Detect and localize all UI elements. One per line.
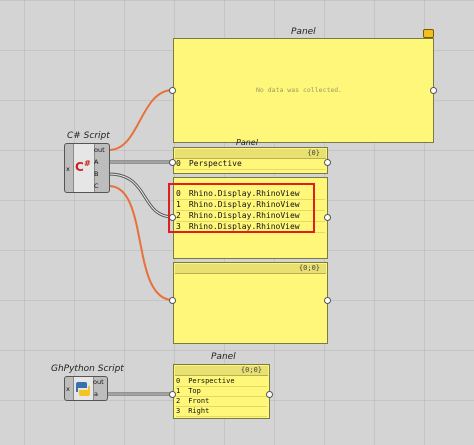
cs-script-component[interactable]: x out A B C C # bbox=[64, 143, 110, 193]
row-value: Front bbox=[188, 397, 210, 405]
cs-output-c[interactable]: C bbox=[94, 182, 99, 190]
panel-5-input-grip[interactable] bbox=[169, 391, 176, 398]
py-output-out[interactable]: out bbox=[93, 378, 104, 386]
wire-c-to-panel-4[interactable] bbox=[108, 185, 174, 301]
panel-3-input-grip[interactable] bbox=[169, 214, 176, 221]
panel-1-data-icon[interactable] bbox=[423, 29, 434, 38]
py-script-title: GhPython Script bbox=[51, 364, 124, 374]
row-value: Top bbox=[188, 387, 201, 395]
panel-4[interactable]: {0;0} bbox=[173, 262, 328, 344]
row-index: 0 bbox=[176, 377, 181, 385]
csharp-icon: C # bbox=[75, 159, 91, 174]
panel-2[interactable]: {0} 0 Perspective bbox=[173, 147, 328, 174]
panel-2-row: 0 Perspective bbox=[176, 159, 325, 170]
row-index: 0 bbox=[176, 159, 181, 168]
panel-5[interactable]: {0;0} 0 Perspective 1 Top 2 Front 3 Righ… bbox=[173, 364, 270, 419]
panel-1-input-grip[interactable] bbox=[169, 87, 176, 94]
python-icon bbox=[76, 382, 90, 396]
panel-2-input-grip[interactable] bbox=[169, 159, 176, 166]
panel-4-header: {0;0} bbox=[175, 264, 326, 274]
row-value: Perspective bbox=[188, 159, 242, 168]
py-output-a[interactable]: a bbox=[94, 390, 98, 398]
highlight-box bbox=[168, 183, 315, 233]
row-index: 2 bbox=[176, 397, 181, 405]
cs-script-title: C# Script bbox=[67, 131, 110, 141]
wire-b-to-panel-3-inner bbox=[108, 173, 174, 218]
cs-output-out[interactable]: out bbox=[94, 146, 105, 154]
panel-1-title: Panel bbox=[291, 27, 316, 37]
panel-5-header: {0;0} bbox=[175, 366, 268, 376]
svg-text:C: C bbox=[75, 160, 84, 174]
wire-b-to-panel-3[interactable] bbox=[108, 172, 174, 219]
panel-2-title: Panel bbox=[236, 138, 258, 147]
panel-1-empty-message: No data was collected. bbox=[256, 86, 343, 94]
panel-5-path: {0;0} bbox=[240, 366, 262, 374]
py-input-x[interactable]: x bbox=[66, 385, 70, 393]
row-value: Right bbox=[188, 407, 210, 415]
panel-2-header: {0} bbox=[175, 149, 326, 159]
panel-2-output-grip[interactable] bbox=[324, 159, 331, 166]
svg-text:#: # bbox=[84, 159, 91, 168]
panel-5-output-grip[interactable] bbox=[266, 391, 273, 398]
cs-output-b[interactable]: B bbox=[94, 170, 98, 178]
panel-4-input-grip[interactable] bbox=[169, 297, 176, 304]
panel-4-output-grip[interactable] bbox=[324, 297, 331, 304]
row-index: 1 bbox=[176, 387, 181, 395]
panel-1-output-grip[interactable] bbox=[430, 87, 437, 94]
row-index: 3 bbox=[176, 407, 181, 415]
cs-input-x[interactable]: x bbox=[66, 165, 70, 173]
panel-5-row: 3 Right bbox=[176, 406, 267, 417]
row-value: Perspective bbox=[188, 377, 235, 385]
panel-1[interactable]: No data was collected. bbox=[173, 38, 434, 143]
panel-2-path: {0} bbox=[307, 149, 320, 157]
wire-out-to-panel-1[interactable] bbox=[108, 89, 174, 151]
panel-4-path: {0;0} bbox=[298, 264, 320, 272]
panel-3-output-grip[interactable] bbox=[324, 214, 331, 221]
py-script-component[interactable]: x out a bbox=[64, 376, 108, 401]
cs-output-a[interactable]: A bbox=[94, 158, 98, 166]
panel-5-title: Panel bbox=[211, 352, 236, 362]
